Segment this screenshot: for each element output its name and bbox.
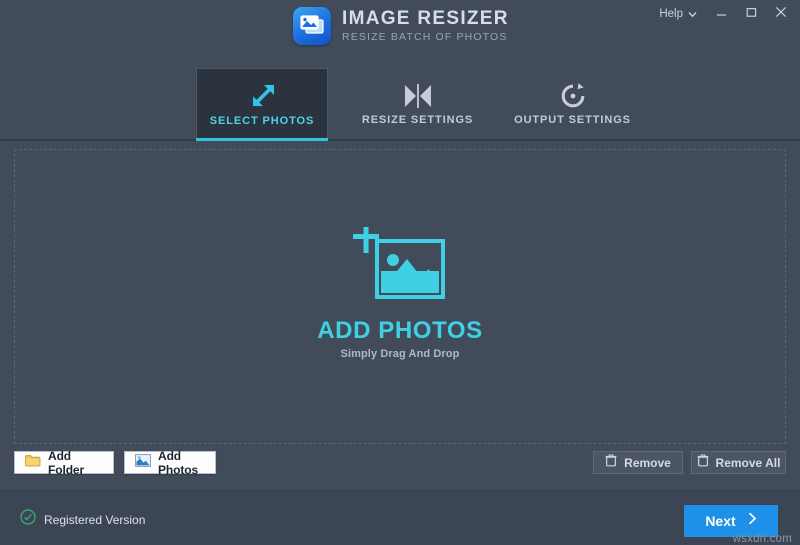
footer-bar: Registered Version: [0, 490, 800, 545]
status-badge: Registered Version: [20, 509, 145, 530]
app-subtitle: RESIZE BATCH OF PHOTOS: [342, 31, 508, 43]
tab-resize-settings-label: RESIZE SETTINGS: [361, 114, 474, 126]
check-circle-icon: [20, 509, 36, 530]
add-photos-subtitle: Simply Drag And Drop: [340, 348, 460, 360]
add-photos-button[interactable]: Add Photos: [124, 448, 216, 477]
tab-output-settings-label: OUTPUT SETTINGS: [514, 114, 631, 126]
app-title-block: IMAGE RESIZER RESIZE BATCH OF PHOTOS: [342, 8, 509, 44]
tab-bar: SELECT PHOTOS RESIZE SETTINGS OUTPUT SET…: [0, 56, 800, 141]
photo-drop-zone[interactable]: ADD PHOTOS Simply Drag And Drop: [14, 149, 786, 444]
remove-all-button[interactable]: Remove All: [691, 451, 786, 474]
photos-stack-icon: [293, 7, 331, 45]
registered-version-label: Registered Version: [44, 512, 146, 527]
add-folder-label: Add Folder: [48, 448, 85, 477]
chevron-down-icon: [688, 5, 697, 23]
resize-arrows-diagonal-icon: [247, 81, 277, 113]
add-photos-title: ADD PHOTOS: [317, 317, 483, 344]
title-bar: IMAGE RESIZER RESIZE BATCH OF PHOTOS Hel…: [0, 0, 800, 56]
image-thumbnail-icon: [135, 453, 151, 472]
chevron-right-icon: [748, 512, 757, 530]
tab-select-photos-label: SELECT PHOTOS: [209, 114, 315, 127]
remove-button[interactable]: Remove: [593, 451, 683, 474]
add-folder-button[interactable]: Add Folder: [14, 448, 114, 477]
collapse-horizontal-icon: [403, 80, 433, 112]
remove-all-label: Remove All: [715, 455, 781, 470]
folder-icon: [25, 454, 41, 472]
add-photos-label: Add Photos: [158, 448, 199, 477]
watermark: wsxdn.com: [732, 533, 792, 545]
close-button[interactable]: [766, 1, 796, 27]
maximize-icon: [746, 5, 757, 23]
close-icon: [775, 5, 787, 23]
maximize-button[interactable]: [736, 1, 766, 27]
tab-output-settings[interactable]: OUTPUT SETTINGS: [510, 68, 635, 138]
trash-icon: [697, 453, 709, 472]
window-controls: Help: [650, 0, 796, 28]
tab-select-photos[interactable]: SELECT PHOTOS: [196, 68, 328, 141]
add-image-icon: [351, 227, 449, 310]
refresh-circle-icon: [559, 80, 587, 112]
drop-zone-content: ADD PHOTOS Simply Drag And Drop: [317, 227, 483, 360]
next-button-label: Next: [705, 513, 736, 529]
page-title: IMAGE RESIZER: [342, 8, 509, 29]
help-menu-button[interactable]: Help: [650, 1, 706, 27]
action-button-row: Add Folder Add Photos Remove Remove All: [0, 448, 800, 490]
trash-icon: [605, 453, 617, 472]
help-menu-label: Help: [659, 8, 683, 20]
app-branding: IMAGE RESIZER RESIZE BATCH OF PHOTOS: [293, 7, 509, 45]
tab-resize-settings[interactable]: RESIZE SETTINGS: [355, 68, 480, 138]
minimize-button[interactable]: [706, 1, 736, 27]
remove-label: Remove: [624, 455, 671, 470]
minimize-icon: [716, 5, 727, 23]
